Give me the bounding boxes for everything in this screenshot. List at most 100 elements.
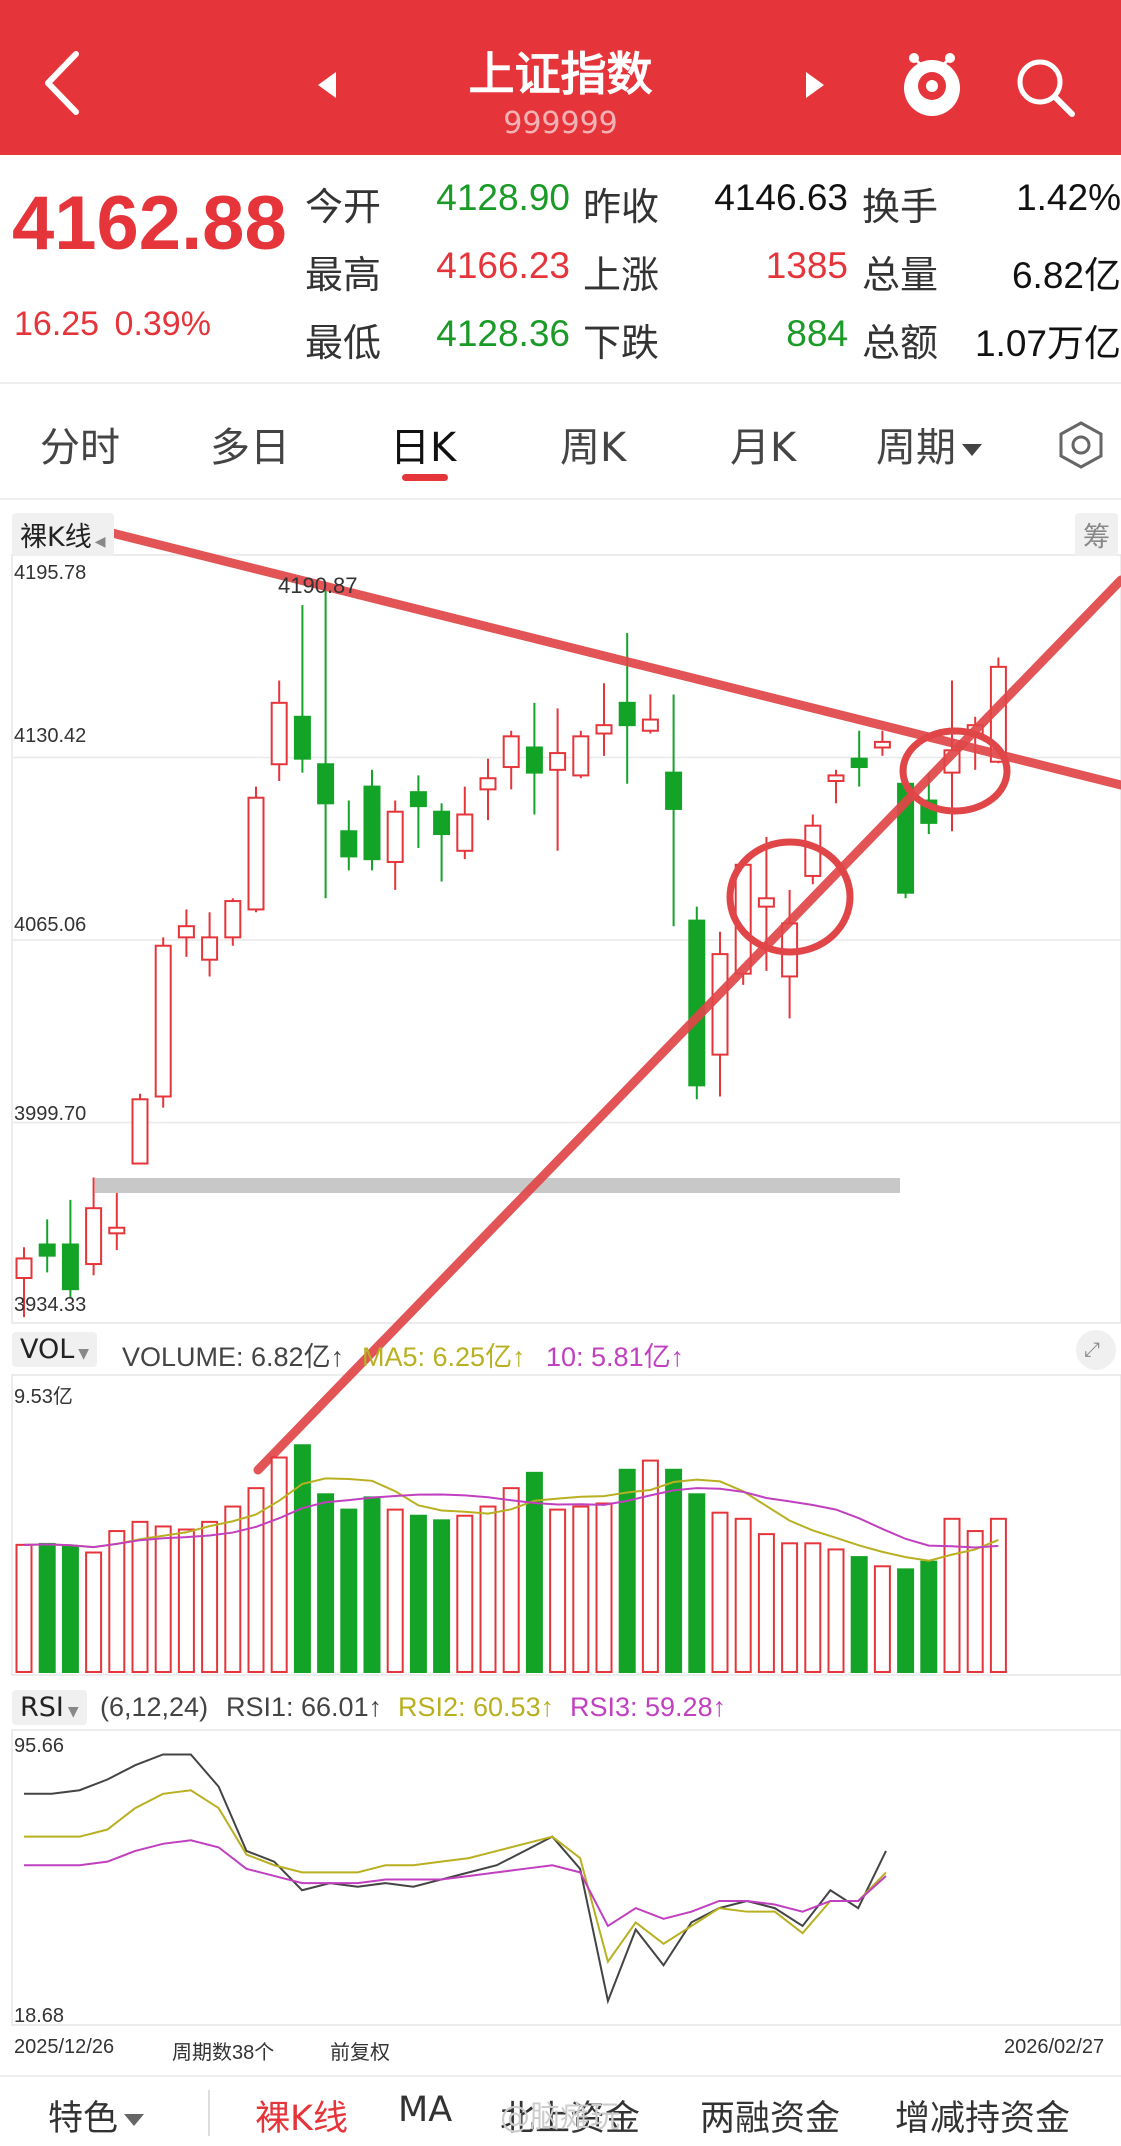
volume-bar xyxy=(386,1508,404,1673)
candle-body xyxy=(757,897,775,908)
candle-body xyxy=(247,796,265,911)
kline-frame xyxy=(11,554,1121,1324)
candle-body xyxy=(317,763,335,805)
volume-bar xyxy=(317,1493,335,1673)
volume-bar xyxy=(15,1543,33,1673)
end-date: 2026/02/27 xyxy=(1004,2036,1105,2058)
volume-ma5: MA5: 6.25亿↑ xyxy=(362,1342,526,1372)
candle-body xyxy=(525,746,543,774)
volume-bar xyxy=(85,1551,103,1673)
candle-body xyxy=(479,777,497,791)
volume-bar xyxy=(688,1493,706,1673)
trendline-upper xyxy=(95,525,1121,790)
volume-bar xyxy=(293,1444,311,1674)
bottom-tab-holdings[interactable]: 增减持资金 xyxy=(895,2090,1070,2141)
candle-body xyxy=(154,944,172,1098)
rsi-axis-max: 95.66 xyxy=(14,1735,65,1757)
candle-body xyxy=(85,1207,103,1266)
kline-chart[interactable] xyxy=(0,0,1121,2080)
chevron-down-icon: ▼ xyxy=(67,1704,79,1720)
candle-body xyxy=(641,718,659,732)
candle-body xyxy=(665,771,683,810)
volume-bar xyxy=(873,1565,891,1674)
volume-bar xyxy=(131,1520,149,1674)
rsi1-value: RSI1: 66.01↑ xyxy=(226,1692,383,1722)
bottom-tab-margin[interactable]: 两融资金 xyxy=(700,2090,840,2141)
volume-bar xyxy=(966,1530,984,1674)
volume-bar xyxy=(850,1556,868,1674)
kline-mode-selector[interactable]: 裸K线 ◀ xyxy=(12,513,114,556)
rsi-label: RSI xyxy=(20,1692,64,1723)
volume-bar xyxy=(781,1542,799,1673)
period-count: 周期数38个 xyxy=(172,2042,275,2064)
candle-body xyxy=(293,715,311,760)
volume-bar xyxy=(340,1508,358,1673)
candle-body xyxy=(456,813,474,852)
candle-body xyxy=(595,724,613,735)
caret-icon: ◀ xyxy=(94,534,106,550)
divider xyxy=(208,2090,210,2136)
volume-bar xyxy=(827,1548,845,1674)
bottom-tab-special-label: 特色 xyxy=(48,2099,119,2139)
volume-label: VOL xyxy=(20,1334,75,1365)
high-annotation: 4190.87 xyxy=(278,573,358,598)
candle-body xyxy=(131,1098,149,1165)
volume-bar xyxy=(595,1502,613,1673)
bottom-tab-ma[interactable]: MA xyxy=(398,2090,452,2130)
candle-body xyxy=(38,1243,56,1257)
watermark: @脑瘫玩 xyxy=(500,2100,620,2135)
candle-body xyxy=(108,1226,126,1235)
candle-body xyxy=(363,785,381,861)
rsi2-value: RSI2: 60.53↑ xyxy=(398,1692,555,1722)
expand-icon[interactable]: ⤢ xyxy=(1076,1330,1116,1370)
candle-body xyxy=(572,735,590,777)
bottom-tab-bare-kline[interactable]: 裸K线 xyxy=(255,2090,348,2141)
volume-value: VOLUME: 6.82亿↑ xyxy=(122,1342,345,1372)
bottom-tab-special[interactable]: 特色 xyxy=(48,2090,145,2141)
chip-distribution-button[interactable]: 筹 xyxy=(1075,513,1118,556)
chevron-down-icon: ▼ xyxy=(78,1346,90,1362)
volume-ma10: 10: 5.81亿↑ xyxy=(546,1342,685,1372)
volume-bar xyxy=(108,1530,126,1674)
candle-body xyxy=(15,1257,33,1280)
y-axis-label: 3934.33 xyxy=(14,1294,87,1316)
support-band xyxy=(95,1178,900,1193)
rsi3-line xyxy=(24,1839,887,1928)
volume-bar xyxy=(572,1505,590,1674)
volume-bar xyxy=(61,1545,79,1673)
rsi-axis-min: 18.68 xyxy=(14,2005,65,2027)
candle-body xyxy=(224,900,242,939)
candle-body xyxy=(340,830,358,858)
volume-bar xyxy=(943,1517,961,1673)
candle-body xyxy=(850,757,868,769)
volume-bar xyxy=(409,1514,427,1674)
volume-bar xyxy=(363,1496,381,1674)
volume-bar xyxy=(479,1505,497,1674)
volume-bar xyxy=(897,1568,915,1673)
start-date: 2025/12/26 xyxy=(14,2036,115,2058)
volume-bar xyxy=(502,1487,520,1674)
candle-body xyxy=(270,701,288,766)
volume-axis-max: 9.53亿 xyxy=(14,1386,73,1408)
rsi3-value: RSI3: 59.28↑ xyxy=(570,1692,727,1722)
volume-bar xyxy=(154,1525,172,1673)
candle-body xyxy=(409,791,427,808)
candle-body xyxy=(688,919,706,1087)
volume-bar xyxy=(665,1468,683,1673)
candle-body xyxy=(873,740,891,749)
rsi-indicator-selector[interactable]: RSI ▼ xyxy=(12,1690,87,1725)
adjust-mode: 前复权 xyxy=(330,2042,390,2064)
candle-body xyxy=(502,735,520,769)
y-axis-label: 3999.70 xyxy=(14,1103,87,1125)
y-axis-label: 4195.78 xyxy=(14,562,87,584)
volume-bar xyxy=(641,1459,659,1673)
volume-bar xyxy=(804,1542,822,1673)
volume-bar xyxy=(549,1508,567,1673)
volume-indicator-selector[interactable]: VOL ▼ xyxy=(12,1332,98,1367)
candle-body xyxy=(618,701,636,727)
candle-body xyxy=(827,774,845,783)
volume-bar xyxy=(270,1456,288,1673)
rsi-frame xyxy=(11,1729,1121,2026)
kline-mode-label: 裸K线 xyxy=(20,522,92,553)
volume-bar xyxy=(38,1542,56,1673)
